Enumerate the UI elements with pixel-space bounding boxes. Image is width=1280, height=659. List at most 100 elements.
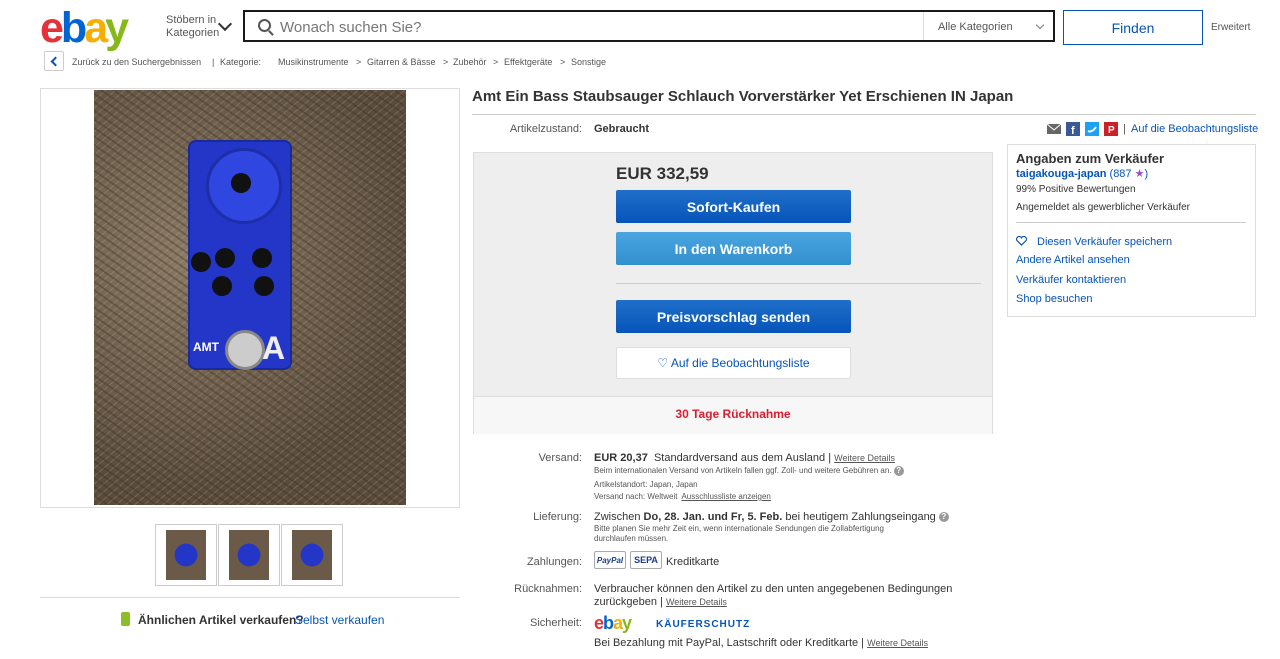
feedback-score-link[interactable]: (887 xyxy=(1110,168,1132,180)
delivery-dates: Do, 28. Jan. und Fr, 5. Feb. xyxy=(643,511,783,523)
logo-letter-e: e xyxy=(40,4,64,52)
heart-icon[interactable] xyxy=(1016,236,1027,246)
tag-icon xyxy=(121,612,130,626)
make-offer-button[interactable]: Preisvorschlag senden xyxy=(616,300,851,333)
logo-letter-a: a xyxy=(84,4,108,52)
shipping-line: EUR 20,37 Standardversand aus dem Auslan… xyxy=(594,452,895,464)
help-icon[interactable]: ? xyxy=(893,466,904,476)
add-to-cart-button[interactable]: In den Warenkorb xyxy=(616,232,851,265)
logo-letter-y: y xyxy=(105,4,129,52)
twitter-icon[interactable] xyxy=(1085,122,1099,136)
ebay-logo[interactable]: ebay xyxy=(40,4,129,52)
add-to-watchlist-button[interactable]: ♡ Auf die Beobachtungsliste xyxy=(616,347,851,379)
sell-yourself-link[interactable]: Selbst verkaufen xyxy=(295,613,384,627)
thumbnail[interactable] xyxy=(155,524,217,586)
pedal-model-letter: A xyxy=(262,330,286,366)
divider xyxy=(40,597,460,598)
thumbnail[interactable] xyxy=(281,524,343,586)
item-title: Amt Ein Bass Staubsauger Schlauch Vorver… xyxy=(472,88,1014,105)
buyer-protection-label: KÄUFERSCHUTZ xyxy=(656,619,751,630)
contact-seller-link[interactable]: Verkäufer kontaktieren xyxy=(1016,274,1126,286)
shipping-label: Versand: xyxy=(538,452,582,464)
sell-similar-question: Ähnlichen Artikel verkaufen? xyxy=(138,613,304,627)
pedal-knob xyxy=(212,276,232,296)
delivery-prefix: Zwischen xyxy=(594,511,641,523)
payment-label: Zahlungen: xyxy=(526,556,582,568)
category-label: Kategorie: xyxy=(220,57,262,67)
delivery-suffix: bei heutigem Zahlungseingang xyxy=(785,511,936,523)
seller-info: taigakouga-japan (887 ★) xyxy=(1016,167,1148,180)
logo-letter-y: y xyxy=(622,613,632,633)
breadcrumb-item[interactable]: Sonstige xyxy=(571,57,606,67)
breadcrumb-arrow: > xyxy=(493,57,499,67)
help-icon[interactable]: ? xyxy=(938,512,949,523)
search-icon xyxy=(258,19,271,32)
returns-line-2: zurückgeben | Weitere Details xyxy=(594,596,727,608)
security-details-link[interactable]: Weitere Details xyxy=(867,638,928,648)
divider xyxy=(1016,222,1246,223)
thumbnail[interactable] xyxy=(218,524,280,586)
sepa-logo: SEPA xyxy=(630,551,662,569)
category-select[interactable]: Alle Kategorien xyxy=(938,21,1013,33)
delivery-label: Lieferung: xyxy=(533,511,582,523)
pinterest-icon[interactable]: P xyxy=(1104,122,1118,136)
ships-to: Versand nach: Weltweit xyxy=(594,492,678,501)
pedal-knob xyxy=(252,248,272,268)
ebay-protection-logo: ebay xyxy=(594,613,632,634)
search-input[interactable] xyxy=(278,14,922,40)
other-items-link[interactable]: Andere Artikel ansehen xyxy=(1016,254,1130,266)
logo-letter-a: a xyxy=(613,613,623,633)
breadcrumb-item[interactable]: Zubehör xyxy=(453,57,487,67)
pedal-knob xyxy=(254,276,274,296)
pedal-brand-label: AMT xyxy=(193,340,219,354)
positive-feedback: 99% Positive Bewertungen xyxy=(1016,184,1136,195)
security-label: Sicherheit: xyxy=(530,617,582,629)
security-text: Bei Bezahlung mit PayPal, Lastschrift od… xyxy=(594,637,865,649)
star-icon: ★ xyxy=(1134,168,1145,180)
chevron-down-icon[interactable] xyxy=(217,16,233,32)
back-arrow-icon[interactable] xyxy=(44,51,64,71)
browse-categories-button[interactable]: Stöbern in Kategorien xyxy=(166,14,219,40)
breadcrumb-item[interactable]: Gitarren & Bässe xyxy=(367,57,436,67)
breadcrumb-item[interactable]: Effektgeräte xyxy=(504,57,552,67)
facebook-icon[interactable]: f xyxy=(1066,122,1080,136)
breadcrumb-arrow: > xyxy=(443,57,449,67)
seller-name-link[interactable]: taigakouga-japan xyxy=(1016,168,1106,180)
paypal-logo: PayPal xyxy=(594,551,626,569)
back-to-results-link[interactable]: Zurück zu den Suchergebnissen xyxy=(72,57,201,67)
divider xyxy=(616,283,981,284)
watchlist-link[interactable]: Auf die Beobachtungsliste xyxy=(1131,123,1258,135)
browse-line1: Stöbern in xyxy=(166,14,217,26)
feedback-score-close: ) xyxy=(1144,168,1149,180)
shipping-price: EUR 20,37 xyxy=(594,452,648,464)
returns-text-2: zurückgeben | xyxy=(594,596,663,608)
buy-now-button[interactable]: Sofort-Kaufen xyxy=(616,190,851,223)
item-location: Artikelstandort: Japan, Japan xyxy=(594,480,698,489)
shipping-details-link[interactable]: Weitere Details xyxy=(834,453,895,463)
breadcrumb-separator: | xyxy=(212,57,215,67)
breadcrumb-item[interactable]: Musikinstrumente xyxy=(278,57,349,67)
visit-shop-link[interactable]: Shop besuchen xyxy=(1016,293,1092,305)
save-seller-link[interactable]: Diesen Verkäufer speichern xyxy=(1037,236,1172,248)
divider xyxy=(472,114,1256,115)
email-icon[interactable] xyxy=(1047,122,1061,136)
exclusions-link[interactable]: Ausschlussliste anzeigen xyxy=(681,492,770,501)
find-button[interactable]: Finden xyxy=(1063,10,1203,45)
advanced-search-link[interactable]: Erweitert xyxy=(1211,22,1250,33)
logo-letter-b: b xyxy=(603,613,614,633)
share-separator: | xyxy=(1123,123,1126,135)
breadcrumb-arrow: > xyxy=(560,57,566,67)
seller-heading: Angaben zum Verkäufer xyxy=(1016,151,1165,166)
ships-to-line: Versand nach: Weltweit Ausschlussliste a… xyxy=(594,492,771,501)
logo-letter-e: e xyxy=(594,613,604,633)
returns-badge: 30 Tage Rücknahme xyxy=(675,407,791,421)
price: EUR 332,59 xyxy=(616,164,709,183)
security-line: Bei Bezahlung mit PayPal, Lastschrift od… xyxy=(594,637,928,649)
browse-line2: Kategorien xyxy=(166,27,220,39)
delivery-note-1: Bitte planen Sie mehr Zeit ein, wenn int… xyxy=(594,524,884,533)
pedal-knob xyxy=(231,173,251,193)
seller-registration: Angemeldet als gewerblicher Verkäufer xyxy=(1016,202,1190,213)
pedal-knob xyxy=(215,248,235,268)
logo-letter-b: b xyxy=(60,4,87,52)
returns-details-link[interactable]: Weitere Details xyxy=(666,597,727,607)
